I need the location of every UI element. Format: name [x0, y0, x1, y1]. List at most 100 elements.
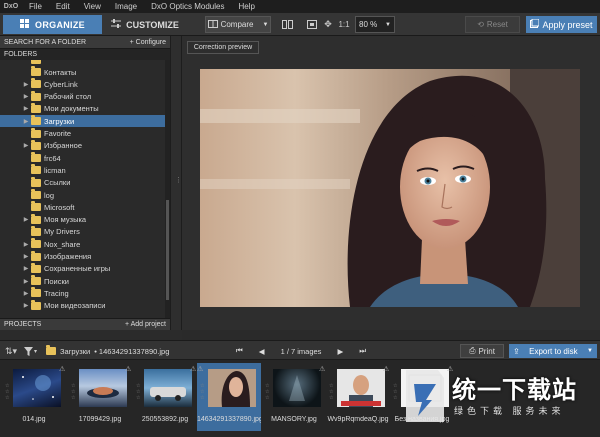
page-indicator: 1 / 7 images [280, 346, 322, 356]
export-icon: ⇪ [513, 346, 520, 356]
last-page-icon[interactable]: ⏭ [359, 346, 366, 356]
projects-label: PROJECTS [4, 321, 42, 328]
configure-button[interactable]: + Configure [130, 39, 166, 46]
expand-arrow-icon[interactable]: ▶ [22, 93, 30, 100]
expand-arrow-icon[interactable]: ▶ [22, 216, 30, 223]
expand-arrow-icon[interactable]: ▶ [22, 253, 30, 260]
tab-organize[interactable]: ORGANIZE [3, 15, 102, 34]
folder-tree-item[interactable]: ▶ Nox_share [0, 238, 168, 250]
folder-tree-label: Favorite [44, 129, 72, 138]
menu-image[interactable]: Image [108, 0, 144, 13]
zoom-value: 80 % [359, 20, 378, 29]
sort-icon[interactable]: ⇅▾ [5, 344, 17, 358]
fit-screen-icon[interactable] [304, 16, 320, 33]
folder-tree-item[interactable]: ▶ CyberLink [0, 78, 168, 90]
folder-tree-item[interactable]: Favorite [0, 127, 168, 140]
expand-arrow-icon[interactable]: ▶ [22, 265, 30, 272]
move-icon[interactable]: ✥ [320, 16, 336, 33]
thumbnail[interactable]: ☆ ☆ ☆ ⚠ 014.jpg [2, 363, 66, 431]
menu-help[interactable]: Help [231, 0, 261, 13]
warning-icon: ⚠ [190, 366, 197, 373]
chevron-down-icon[interactable]: ▼ [587, 348, 593, 354]
image-viewer: Correction preview [182, 36, 600, 330]
menu-file[interactable]: File [22, 0, 49, 13]
expand-arrow-icon[interactable]: ▶ [22, 118, 30, 125]
rating-stars[interactable]: ☆ ☆ ☆ [71, 383, 77, 401]
preview-image[interactable] [200, 69, 580, 307]
folder-tree-item[interactable]: ▶ Мои видеозаписи [0, 299, 168, 312]
filter-icon[interactable]: ▾ [24, 344, 37, 358]
folder-icon [31, 66, 41, 76]
rating-stars[interactable]: ☆ ☆ ☆ [265, 383, 271, 401]
folder-tree-item[interactable]: Контакты [0, 66, 168, 78]
tab-customize-label: CUSTOMIZE [126, 19, 179, 30]
expand-arrow-icon[interactable]: ▶ [22, 241, 30, 248]
tab-customize[interactable]: CUSTOMIZE [104, 15, 186, 34]
expand-arrow-icon[interactable]: ▶ [22, 81, 30, 88]
compare-button[interactable]: Compare ▼ [205, 16, 271, 33]
folder-tree-item[interactable]: Ссылки [0, 176, 168, 189]
folder-tree-item[interactable]: ▶ Загрузки [0, 115, 168, 128]
thumbnail[interactable]: ☆ ☆ ☆ ⚠ Wv9pRqmdeaQ.jpg [326, 363, 390, 431]
watermark-title: 统一下载站 [452, 376, 577, 404]
folder-tree-item[interactable]: Microsoft [0, 201, 168, 213]
chevron-down-icon: ▼ [385, 21, 391, 28]
expand-arrow-icon[interactable]: ▶ [22, 278, 30, 285]
thumbnail-image [79, 369, 127, 407]
folder-tree-item[interactable]: ▶ Избранное [0, 139, 168, 152]
thumbnail-image [273, 369, 321, 407]
folder-icon [31, 299, 41, 310]
export-button[interactable]: ⇪ Export to disk ▼ [509, 344, 597, 358]
rating-stars[interactable]: ☆ ☆ ☆ [136, 383, 142, 401]
folder-tree-item[interactable]: ▶ Поиски [0, 275, 168, 287]
folder-tree-item[interactable]: ▶ Мои документы [0, 102, 168, 115]
folder-icon [31, 127, 41, 138]
rating-stars[interactable]: ☆ ☆ ☆ [5, 383, 11, 401]
first-page-icon[interactable]: ⏮ [236, 346, 243, 356]
menu-edit[interactable]: Edit [49, 0, 77, 13]
expand-arrow-icon[interactable]: ▶ [22, 105, 30, 112]
scrollbar-thumb[interactable] [166, 200, 169, 300]
folder-tree-item[interactable]: ▶ Tracing [0, 287, 168, 299]
zoom-select[interactable]: 80 % ▼ [355, 16, 395, 33]
apply-preset-button[interactable]: Apply preset [526, 16, 597, 33]
expand-arrow-icon[interactable]: ▶ [22, 302, 30, 309]
thumbnail[interactable]: ☆ ☆ ☆ ⚠ MANSORY.jpg [262, 363, 326, 431]
menu-optics-modules[interactable]: DxO Optics Modules [144, 0, 231, 13]
folder-tree-label: Nox_share [44, 239, 81, 249]
prev-page-icon[interactable]: ◀ [259, 347, 265, 356]
one-to-one-button[interactable]: 1:1 [335, 16, 353, 33]
correction-preview-button[interactable]: Correction preview [187, 41, 259, 54]
expand-arrow-icon[interactable]: ▶ [22, 290, 30, 297]
rating-stars[interactable]: ☆ ☆ ☆ [200, 383, 206, 401]
site-watermark: 统一下载站 绿色下载 服务未来 [400, 362, 600, 432]
folder-tree-label: Рабочий стол [44, 92, 92, 102]
add-project-button[interactable]: + Add project [125, 321, 166, 328]
expand-arrow-icon[interactable]: ▶ [22, 142, 30, 149]
folder-tree-item[interactable]: ▶ Моя музыка [0, 213, 168, 226]
thumbnail-label: 17099429.jpg [78, 416, 122, 423]
thumbnail-label: 14634291337890.jpg [197, 416, 261, 423]
thumbnail[interactable]: ☆ ☆ ☆ ⚠ 17099429.jpg [68, 363, 132, 431]
thumbnail[interactable]: ☆ ☆ ☆ ⚠ 250553892.jpg [133, 363, 197, 431]
rating-stars[interactable]: ☆ ☆ ☆ [329, 383, 335, 401]
folder-tree-item[interactable]: My Drivers [0, 225, 168, 238]
print-button[interactable]: ⎙ Print [460, 344, 504, 358]
folder-tree-item[interactable]: ▶ Изображения [0, 250, 168, 263]
folder-tree-label: Поиски [44, 276, 69, 286]
folder-tree-item[interactable]: frc64 [0, 152, 168, 164]
menu-view[interactable]: View [77, 0, 108, 13]
folder-tree-item[interactable]: log [0, 189, 168, 201]
folder-tree-item[interactable]: ▶ Сохраненные игры [0, 262, 168, 275]
folder-tree-item[interactable]: licman [0, 164, 168, 176]
left-panel: SEARCH FOR A FOLDER + Configure FOLDERS … [0, 36, 170, 330]
panel-splitter[interactable]: ⋮ [170, 36, 182, 330]
folder-tree-item[interactable]: ▶ Рабочий стол [0, 90, 168, 103]
split-view-icon[interactable] [279, 16, 295, 33]
thumbnail-image [208, 369, 256, 407]
reset-button[interactable]: ⟲ Reset [465, 16, 520, 33]
next-page-icon[interactable]: ▶ [337, 347, 343, 356]
thumbnail-selected[interactable]: ☆ ☆ ☆ ⚠ 14634291337890.jpg [197, 363, 261, 431]
breadcrumb-folder[interactable]: Загрузки [60, 347, 90, 356]
rating-stars[interactable]: ☆ ☆ ☆ [393, 383, 399, 401]
